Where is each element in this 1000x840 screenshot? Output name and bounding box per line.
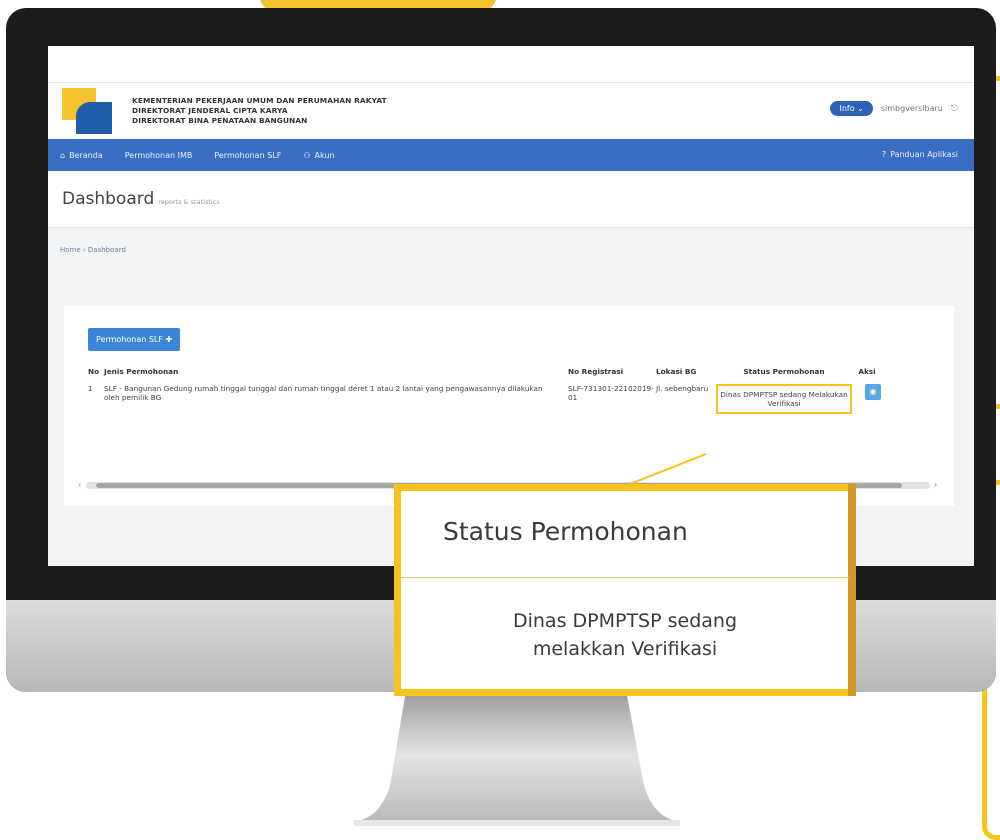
info-dropdown-button[interactable]: Info ⌄ — [830, 101, 873, 116]
table-header: No Jenis Permohonan No Registrasi Lokasi… — [88, 362, 934, 380]
applications-table: No Jenis Permohonan No Registrasi Lokasi… — [88, 362, 934, 414]
callout-title: Status Permohonan — [443, 517, 688, 546]
info-label: Info — [839, 104, 855, 113]
callout-line: Dinas DPMPTSP sedang — [512, 610, 738, 632]
callout-divider — [401, 577, 849, 578]
organization-name: KEMENTERIAN PEKERJAAN UMUM DAN PERUMAHAN… — [132, 96, 387, 126]
col-header-jenis: Jenis Permohonan — [104, 366, 179, 376]
nav-item-akun[interactable]: ⚇ Akun — [303, 151, 334, 160]
add-permohonan-slf-button[interactable]: Permohonan SLF ✚ — [88, 328, 181, 351]
applications-card: Permohonan SLF ✚ No Jenis Permohonan No … — [64, 306, 954, 506]
nav-label: Permohonan SLF — [214, 150, 282, 160]
table-row: 1 SLF - Bangunan Gedung rumah tinggal tu… — [88, 384, 934, 414]
cell-registrasi: SLF-731301-22102019-01 — [568, 384, 654, 402]
nav-item-permohonan-imb[interactable]: Permohonan IMB — [125, 151, 193, 160]
nav-label: Panduan Aplikasi — [890, 150, 958, 159]
cell-status: Dinas DPMPTSP sedang Melakukan Verifikas… — [716, 384, 852, 414]
breadcrumb: Home › Dashboard — [48, 228, 974, 272]
nav-item-beranda[interactable]: ⌂ Beranda — [60, 151, 103, 160]
app-header: KEMENTERIAN PEKERJAAN UMUM DAN PERUMAHAN… — [48, 83, 974, 139]
status-callout: Status Permohonan Dinas DPMPTSP sedang m… — [394, 484, 856, 696]
col-header-aksi: Aksi — [858, 366, 876, 376]
org-line: DIREKTORAT JENDERAL CIPTA KARYA — [132, 106, 288, 115]
cell-jenis: SLF - Bangunan Gedung rumah tinggal tung… — [104, 384, 543, 402]
logout-icon[interactable]: ⎋ — [951, 104, 958, 114]
header-right: Info ⌄ simbgversibaru ⎋ — [830, 101, 958, 116]
nav-label: Beranda — [69, 150, 103, 160]
col-header-no: No — [88, 366, 100, 376]
chevron-down-icon: ⌄ — [857, 104, 864, 113]
home-icon: ⌂ — [60, 150, 66, 160]
scroll-left-arrow[interactable]: ‹ — [78, 480, 81, 489]
view-detail-button[interactable]: ◉ — [865, 384, 881, 400]
user-name[interactable]: simbgversibaru — [881, 104, 943, 113]
page-title: Dashboard — [62, 189, 155, 209]
user-icon: ⚇ — [303, 150, 311, 160]
callout-edge — [848, 484, 856, 696]
callout-body: Dinas DPMPTSP sedang melakkan Verifikasi — [401, 607, 849, 663]
scroll-right-arrow[interactable]: › — [934, 480, 937, 489]
nav-label: Akun — [314, 150, 335, 160]
browser-top-strip — [48, 46, 974, 83]
org-line: DIREKTORAT BINA PENATAAN BANGUNAN — [132, 116, 308, 125]
page-title-band: Dashboard reports & statistics — [48, 171, 974, 228]
main-navbar: ⌂ Beranda Permohonan IMB Permohonan SLF … — [48, 139, 974, 171]
col-header-registrasi: No Registrasi — [568, 366, 624, 376]
eye-icon: ◉ — [869, 387, 877, 396]
breadcrumb-text[interactable]: Home › Dashboard — [60, 246, 126, 254]
question-icon: ? — [881, 150, 887, 159]
pupr-logo — [62, 88, 118, 134]
page-subtitle: reports & statistics — [158, 198, 220, 206]
org-line: KEMENTERIAN PEKERJAAN UMUM DAN PERUMAHAN… — [132, 96, 387, 105]
col-header-lokasi: Lokasi BG — [656, 366, 697, 376]
callout-line: melakkan Verifikasi — [532, 638, 718, 660]
cell-aksi: ◉ — [858, 384, 888, 414]
add-button-label: Permohonan SLF — [96, 335, 163, 344]
nav-label: Permohonan IMB — [124, 150, 193, 160]
cell-no: 1 — [88, 384, 93, 393]
monitor-stand — [354, 690, 680, 826]
plus-icon: ✚ — [165, 335, 173, 344]
cell-lokasi: Jl. sebengbaru — [656, 384, 709, 393]
nav-item-permohonan-slf[interactable]: Permohonan SLF — [214, 151, 281, 160]
nav-item-panduan[interactable]: ? Panduan Aplikasi — [882, 150, 958, 159]
col-header-status: Status Permohonan — [743, 366, 825, 376]
